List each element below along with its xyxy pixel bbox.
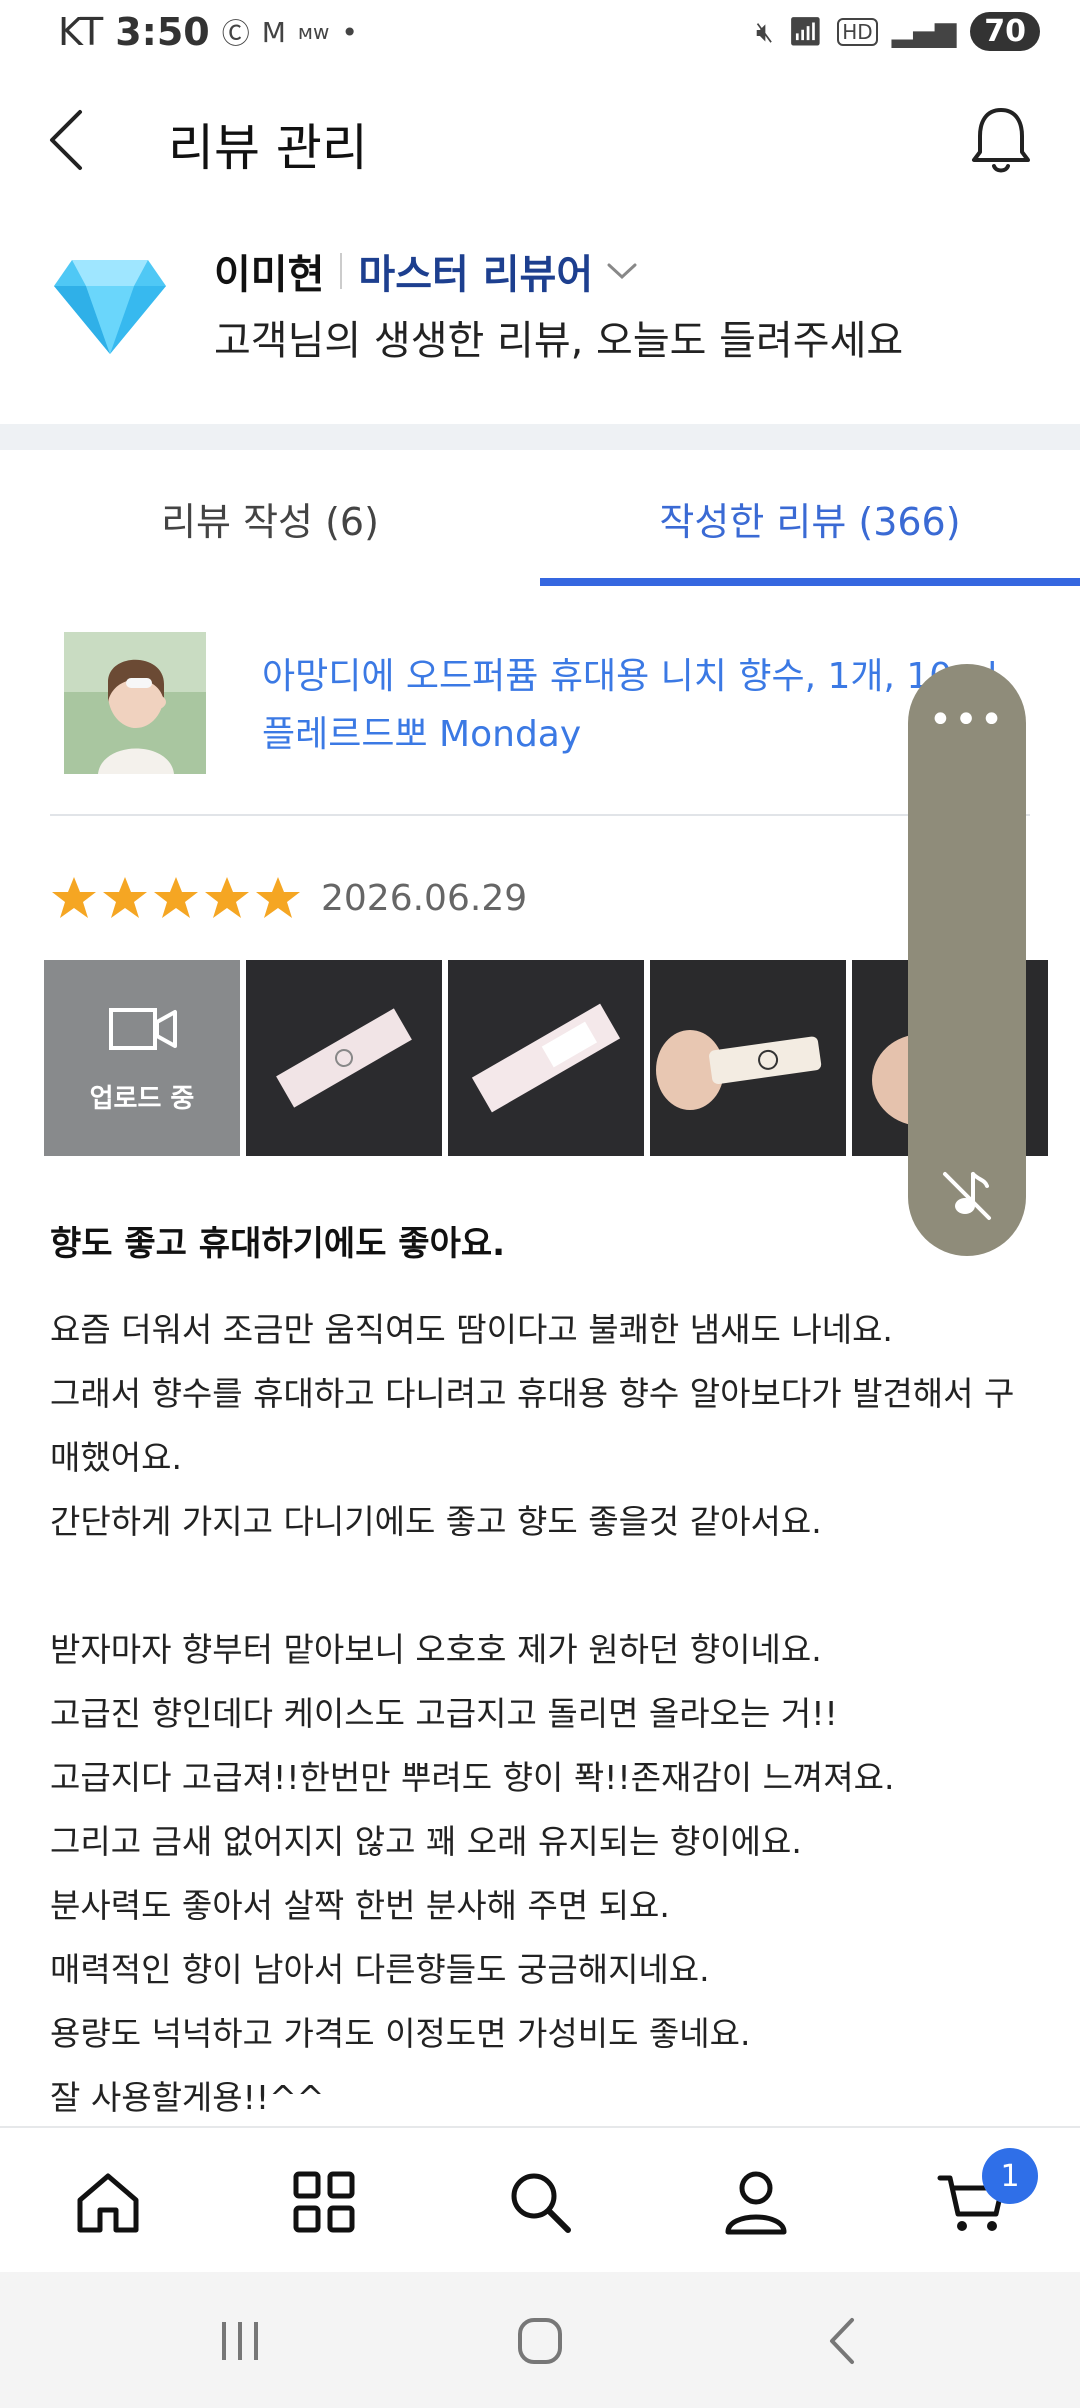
- home-button-icon[interactable]: [510, 2316, 570, 2366]
- reviewer-grade[interactable]: 마스터 리뷰어: [358, 242, 593, 300]
- hd-icon: HD: [837, 17, 878, 46]
- video-camera-icon: [109, 1008, 177, 1050]
- bottom-navigation: [0, 2126, 1080, 2272]
- app-header: 리뷰 관리: [0, 90, 1080, 190]
- floating-media-panel[interactable]: •••: [908, 664, 1026, 1256]
- star-icon: [205, 877, 249, 918]
- star-icon: [52, 877, 96, 918]
- search-icon[interactable]: [504, 2166, 576, 2238]
- page-title: 리뷰 관리: [168, 119, 368, 177]
- notification-mw-icon: мw: [297, 20, 330, 44]
- active-tab-indicator: [540, 578, 1080, 586]
- status-bar: KT 3:50 Ⓒ M мw • 🔇︎ 📶︎ HD ▂▄▆ 70: [0, 0, 1080, 70]
- notification-bell-icon[interactable]: [966, 100, 1036, 180]
- carrier-label: KT: [58, 10, 104, 54]
- review-headline: 향도 좋고 휴대하기에도 좋아요.: [50, 1224, 506, 1264]
- category-grid-icon[interactable]: [288, 2166, 360, 2238]
- star-icon: [154, 877, 198, 918]
- divider-line: [50, 814, 1030, 816]
- battery-indicator: 70: [970, 12, 1040, 51]
- notification-c-icon: Ⓒ: [221, 17, 250, 50]
- my-account-icon[interactable]: [720, 2166, 792, 2238]
- clock: 3:50: [115, 10, 210, 54]
- system-navigation-bar: [0, 2272, 1080, 2408]
- upload-status-label: 업로드 중: [89, 1084, 195, 1114]
- system-back-icon[interactable]: [814, 2316, 874, 2366]
- back-arrow-icon[interactable]: [40, 100, 100, 180]
- recent-apps-icon[interactable]: [210, 2316, 270, 2366]
- tab-written-reviews[interactable]: 작성한 리뷰 (366): [540, 450, 1080, 586]
- notification-m-icon: M: [261, 15, 286, 49]
- more-dots-icon[interactable]: •••: [908, 700, 1026, 740]
- reviewer-name: 이미현: [214, 252, 325, 298]
- star-icon: [256, 877, 300, 918]
- video-upload-tile[interactable]: 업로드 중: [44, 960, 240, 1156]
- review-photo[interactable]: [650, 960, 846, 1156]
- reviewer-profile: 이미현 마스터 리뷰어 고객님의 생생한 리뷰, 오늘도 들려주세요: [0, 230, 1080, 390]
- notification-dot-icon: •: [341, 15, 358, 49]
- section-divider: [0, 424, 1080, 450]
- mute-icon: 🔇︎: [756, 14, 774, 48]
- wifi-icon: 📶︎: [787, 15, 824, 48]
- tab-write-review[interactable]: 리뷰 작성 (6): [0, 450, 540, 586]
- home-icon[interactable]: [72, 2166, 144, 2238]
- name-divider: [340, 253, 343, 289]
- star-icon: [103, 877, 147, 918]
- product-thumbnail[interactable]: [64, 632, 206, 774]
- music-mute-icon[interactable]: [939, 1166, 995, 1222]
- signal-icon: ▂▄▆: [891, 15, 957, 48]
- review-date: 2026.06.29: [321, 877, 528, 919]
- cart-count-badge: 1: [982, 2148, 1038, 2204]
- chevron-down-icon[interactable]: [605, 261, 639, 281]
- review-photo[interactable]: [246, 960, 442, 1156]
- review-body-text: 요즘 더워서 조금만 움직여도 땀이다고 불쾌한 냄새도 나네요. 그래서 향수…: [50, 1310, 1015, 2117]
- review-rating-row: 2026.06.29: [50, 868, 527, 928]
- review-tabs: 리뷰 작성 (6) 작성한 리뷰 (366): [0, 450, 1080, 586]
- review-photo[interactable]: [448, 960, 644, 1156]
- profile-tagline: 고객님의 생생한 리뷰, 오늘도 들려주세요: [214, 318, 904, 364]
- diamond-grade-icon: [54, 260, 166, 354]
